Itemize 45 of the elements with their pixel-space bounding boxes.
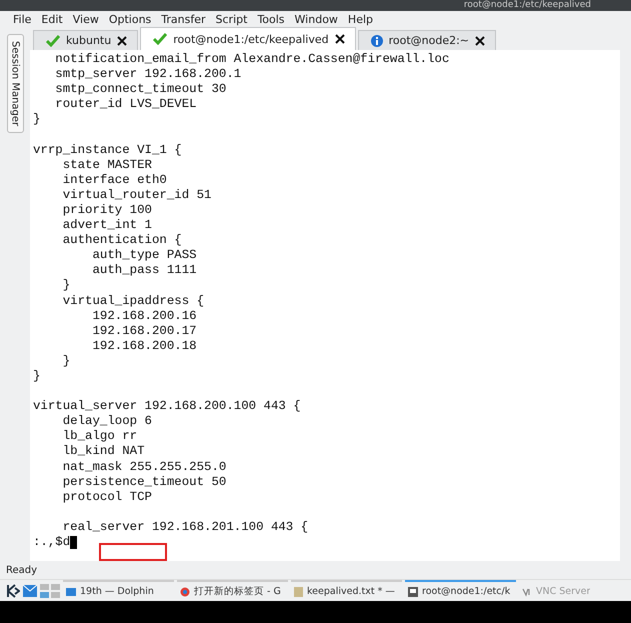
window-title: root@node1:/etc/keepalived	[464, 0, 591, 11]
terminal-line: notification_email_from Alexandre.Cassen@firewall.loc	[54, 52, 450, 68]
session-manager-tab[interactable]: Session Manager	[6, 34, 24, 134]
terminal-line: router_id LVS_DEVEL	[54, 97, 197, 112]
status-text: Ready	[6, 564, 38, 576]
terminal-line: vrrp_instance VI_1 {	[33, 142, 182, 158]
command-line: :.,$d	[33, 534, 70, 550]
terminal-line: persistence_timeout 50	[62, 474, 226, 490]
menu-item[interactable]: Window	[290, 13, 343, 26]
terminal-line: smtp_connect_timeout 30	[54, 82, 226, 98]
terminal-line: priority 100	[62, 202, 152, 218]
session-tab[interactable]: root@node2:~	[358, 30, 496, 50]
session-tab[interactable]: kubuntu	[33, 30, 138, 50]
menu-item[interactable]: Edit	[36, 13, 68, 26]
terminal-line: virtual_router_id 51	[62, 188, 212, 203]
terminal-line: auth_type PASS	[91, 248, 197, 264]
terminal-line: }	[62, 354, 70, 369]
terminal-line: lb_algo rr	[62, 429, 138, 444]
terminal-line: 192.168.200.17	[91, 324, 197, 339]
terminal-line: auth_pass 1111	[91, 263, 197, 278]
terminal-line: }	[33, 112, 40, 128]
terminal-line: advert_int 1	[62, 218, 152, 234]
terminal-line: real_server 192.168.201.100 443 {	[62, 520, 308, 535]
terminal-line: interface eth0	[62, 172, 167, 188]
terminal-line: lb_kind NAT	[62, 444, 145, 460]
menu-item[interactable]: View	[68, 13, 104, 26]
terminal-line: virtual_ipaddress {	[62, 294, 204, 309]
terminal-line: protocol TCP	[62, 490, 152, 505]
menu-item[interactable]: Script	[210, 13, 252, 26]
menu-item[interactable]: Help	[342, 13, 378, 26]
terminal-line: smtp_server 192.168.200.1	[54, 67, 242, 82]
terminal-line: nat_mask 255.255.255.0	[62, 460, 226, 475]
terminal-line: }	[62, 278, 70, 294]
terminal-line: delay_loop 6	[62, 414, 152, 430]
terminal-line: authentication {	[62, 233, 182, 248]
terminal-line: 192.168.200.18	[91, 338, 197, 354]
terminal-line: 192.168.200.16	[91, 308, 197, 324]
menu-item[interactable]: Options	[104, 13, 156, 26]
menu-item[interactable]: Transfer	[156, 13, 211, 26]
terminal-line: virtual_server 192.168.200.100 443 {	[33, 399, 301, 414]
terminal-line: state MASTER	[62, 158, 152, 173]
menu-item[interactable]: Tools	[252, 13, 290, 26]
terminal-line: }	[33, 368, 40, 384]
session-tab[interactable]: root@node1:/etc/keepalived	[140, 27, 356, 50]
menu-item[interactable]: File	[8, 13, 36, 26]
